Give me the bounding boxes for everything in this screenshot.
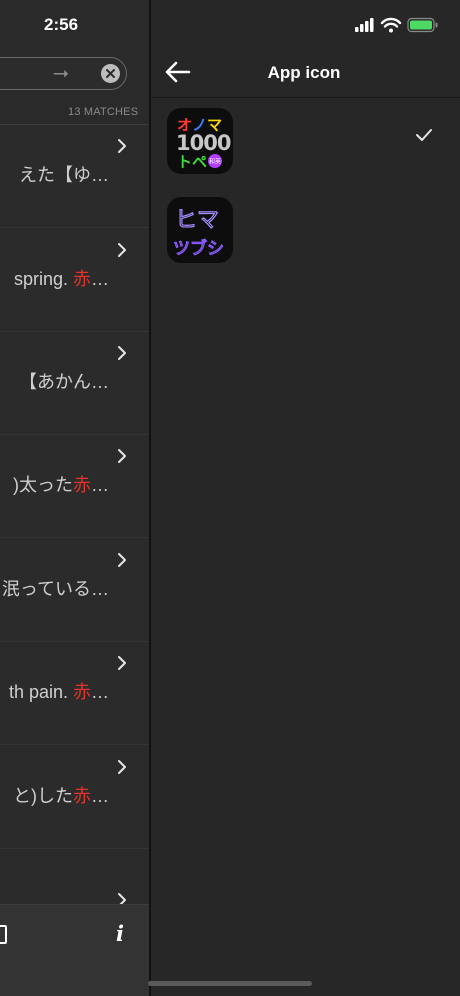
signal-icon — [355, 18, 374, 32]
chevron-right-icon — [118, 139, 126, 153]
clear-search-button[interactable] — [101, 64, 120, 83]
chevron-right-icon — [118, 656, 126, 670]
bookmark-icon[interactable] — [0, 925, 7, 944]
svg-text:和英: 和英 — [209, 158, 221, 166]
himatsubushi-logo: ヒマ ツブシ — [172, 207, 224, 259]
match-count: 13 MATCHES — [68, 106, 139, 118]
home-indicator — [148, 981, 312, 986]
info-button[interactable]: i — [116, 921, 124, 946]
result-row[interactable]: えた【ゆ… — [0, 125, 149, 228]
chevron-right-icon — [118, 449, 126, 463]
result-row[interactable]: )太った赤… — [0, 435, 149, 538]
svg-text:トペ: トペ — [177, 153, 207, 171]
chevron-right-icon — [118, 760, 126, 774]
search-results-panel: 2:56 ⭢ 13 MATCHES えた【ゆ… spring. 赤… 【あかん…… — [0, 0, 149, 996]
status-icons — [355, 17, 438, 33]
app-icon-option-himatsubushi[interactable]: ヒマ ツブシ — [151, 190, 460, 270]
chevron-right-icon — [118, 346, 126, 360]
himatsubushi-app-icon: ヒマ ツブシ — [167, 197, 233, 263]
result-snippet: spring. 赤… — [13, 269, 109, 289]
search-field[interactable]: ⭢ — [0, 57, 127, 90]
app-icon-option-onomatope[interactable]: オノマ 1000 トペ 和英 — [151, 102, 460, 182]
svg-text:ツブシ: ツブシ — [173, 238, 224, 259]
result-row[interactable]: spring. 赤… — [0, 229, 149, 332]
result-snippet: )太った赤… — [13, 475, 109, 495]
battery-icon — [407, 17, 438, 33]
onomatope-logo: オノマ 1000 トペ 和英 — [176, 116, 232, 171]
result-row[interactable]: 【あかん… — [0, 332, 149, 435]
page-title: App icon — [267, 63, 341, 82]
status-time: 2:56 — [44, 15, 79, 34]
wifi-icon — [380, 17, 402, 33]
app-icon-settings-panel: App icon オノマ 1000 トペ 和英 ヒマ ツブシ — [148, 0, 460, 996]
navigation-bar: App icon — [151, 50, 460, 98]
result-snippet: えた【ゆ… — [19, 165, 109, 185]
result-snippet: 泯っている… — [1, 579, 109, 599]
close-icon — [106, 69, 115, 78]
result-snippet: と)した赤… — [13, 786, 109, 806]
result-snippet: 【あかん… — [19, 372, 109, 392]
result-snippet: th pain. 赤… — [8, 682, 109, 702]
svg-text:1000: 1000 — [176, 131, 231, 155]
result-row[interactable]: th pain. 赤… — [0, 642, 149, 745]
bottom-toolbar: i — [0, 904, 149, 996]
selected-checkmark-icon — [416, 129, 432, 141]
chevron-right-icon — [118, 553, 126, 567]
next-match-arrow-icon[interactable]: ⭢ — [53, 62, 69, 85]
result-row[interactable]: と)した赤… — [0, 746, 149, 849]
onomatope-app-icon: オノマ 1000 トペ 和英 — [167, 108, 233, 174]
svg-text:ヒマ: ヒマ — [175, 208, 219, 233]
result-row[interactable]: 泯っている… — [0, 539, 149, 642]
chevron-right-icon — [118, 243, 126, 257]
